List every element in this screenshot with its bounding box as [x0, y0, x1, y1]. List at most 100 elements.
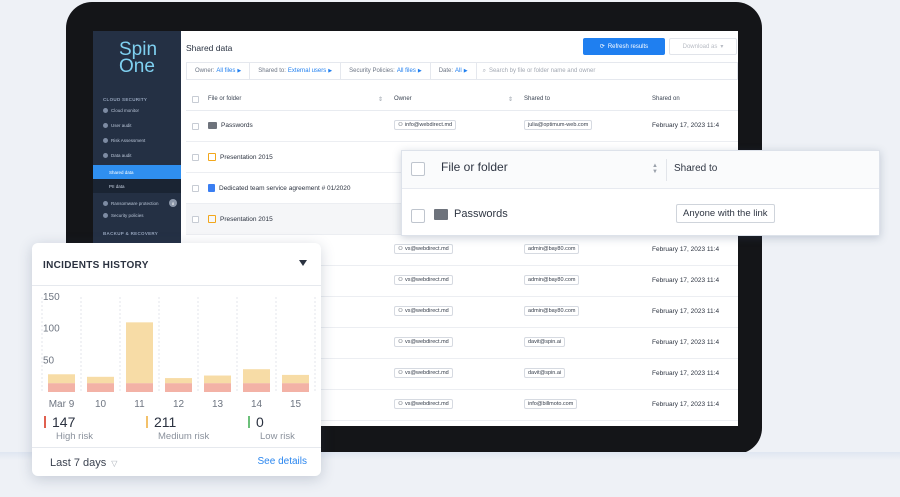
stat-low-risk: 0 Low risk — [248, 414, 295, 442]
sidebar-item-pii-data[interactable]: PII data — [93, 179, 181, 193]
file-cell[interactable]: Dedicated team service agreement # 01/20… — [208, 184, 351, 192]
filter-shared-to[interactable]: Shared to: External users ▶ — [250, 63, 342, 79]
row-checkbox[interactable] — [192, 154, 199, 161]
owner-email: vs@webdirect.md — [404, 339, 449, 345]
filter-date[interactable]: Date: All ▶ — [431, 63, 477, 79]
sidebar-item-label: PII data — [109, 183, 125, 189]
bar-high-risk[interactable] — [204, 383, 231, 392]
dropdown-caret-icon[interactable] — [299, 260, 307, 266]
bar-high-risk[interactable] — [87, 383, 114, 392]
column-header-shared-on[interactable]: Shared on — [652, 96, 680, 102]
owner-chip: ⚇ vs@webdirect.md — [394, 337, 453, 347]
sidebar-section-backup: BACKUP & RECOVERY — [103, 231, 159, 236]
search-input[interactable]: ⌕ Search by file or folder name and owner — [477, 68, 596, 75]
bar-high-risk[interactable] — [165, 383, 192, 392]
column-header-shared-to[interactable]: Shared to — [674, 163, 717, 174]
monitor-icon — [103, 108, 108, 113]
user-icon — [103, 123, 108, 128]
medium-risk-marker — [146, 416, 148, 428]
user-icon: ⚇ — [398, 308, 403, 314]
stat-label: Low risk — [260, 431, 295, 442]
bar-medium-risk[interactable] — [243, 369, 270, 384]
y-tick-label: 150 — [43, 292, 60, 303]
bar-high-risk[interactable] — [126, 383, 153, 392]
sidebar-item-risk-assessment[interactable]: Risk Assessment — [103, 138, 177, 143]
owner-email: vs@webdirect.md — [404, 401, 449, 407]
column-header-file[interactable]: File or folder — [208, 96, 241, 102]
filter-owner[interactable]: Owner: All files ▶ — [187, 63, 251, 79]
shared-to-chip: Anyone with the link — [676, 204, 775, 223]
y-tick-label: 100 — [43, 324, 60, 335]
file-cell[interactable]: Presentation 2015 — [208, 153, 273, 161]
y-tick-label: 50 — [43, 355, 55, 366]
policy-icon — [103, 213, 108, 218]
refresh-icon: ⟳ — [599, 44, 605, 50]
bar-medium-risk[interactable] — [204, 375, 231, 384]
bar-high-risk[interactable] — [48, 383, 75, 392]
card-title: INCIDENTS HISTORY — [43, 260, 149, 271]
filter-value: External users — [287, 68, 327, 74]
count-badge: 8 — [169, 199, 177, 207]
owner-chip: ⚇ vs@webdirect.md — [394, 306, 453, 316]
filter-label: Shared to: — [258, 68, 286, 74]
sort-icon[interactable]: ▲ ▼ — [652, 163, 658, 175]
filter-security-policies[interactable]: Security Policies: All files ▶ — [341, 63, 431, 79]
filter-value: All files — [396, 68, 416, 74]
row-checkbox[interactable] — [192, 185, 199, 192]
sidebar-item-label: Security policies — [111, 213, 144, 218]
row-checkbox[interactable] — [192, 216, 199, 223]
sidebar-item-security-policies[interactable]: Security policies — [103, 213, 177, 218]
stat-label: High risk — [56, 431, 93, 442]
bar-medium-risk[interactable] — [48, 374, 75, 384]
zoomed-table-callout: File or folder ▲ ▼ Shared to Passwords An… — [401, 150, 880, 236]
shared-on-date: February 17, 2023 11:4 — [652, 246, 720, 253]
sidebar-item-user-audit[interactable]: User audit — [103, 123, 177, 128]
bar-high-risk[interactable] — [243, 383, 270, 392]
owner-chip: ⚇ vs@webdirect.md — [394, 275, 453, 285]
filter-label: Owner: — [195, 68, 215, 74]
bar-medium-risk[interactable] — [165, 378, 192, 384]
callout-row-file[interactable]: Passwords — [434, 208, 508, 220]
bar-medium-risk[interactable] — [126, 322, 153, 384]
refresh-button[interactable]: ⟳ Refresh results — [583, 38, 665, 55]
user-icon: ⚇ — [398, 370, 403, 376]
logo-line-2: One — [119, 56, 155, 77]
file-cell[interactable]: Presentation 2015 — [208, 215, 273, 223]
bar-medium-risk[interactable] — [282, 374, 309, 384]
risk-icon — [103, 138, 108, 143]
see-details-link[interactable]: See details — [258, 456, 307, 467]
file-name: Presentation 2015 — [220, 215, 273, 223]
logo[interactable]: Spin One — [119, 40, 157, 77]
sort-icon[interactable]: ⇕ — [508, 96, 513, 103]
sort-icon[interactable]: ⇕ — [378, 96, 383, 103]
table-row[interactable]: Passwords ⚇ info@webdirect.md julia@optimum… — [186, 111, 738, 142]
select-all-checkbox[interactable] — [411, 162, 425, 176]
caret-right-icon: ▶ — [237, 68, 242, 74]
sidebar-item-ransomware[interactable]: Ransomware protection 8 — [103, 199, 177, 207]
download-button[interactable]: Download as ▾ — [669, 38, 737, 55]
owner-email: info@webdirect.md — [404, 122, 453, 128]
period-select[interactable]: Last 7 days ▽ — [50, 457, 117, 469]
chevron-down-icon: ▽ — [111, 458, 118, 468]
document-icon — [208, 184, 215, 192]
shared-on-date: February 17, 2023 11:4 — [652, 401, 720, 408]
shared-to-chip: julia@optimum-web.com — [524, 120, 593, 130]
row-checkbox[interactable] — [411, 209, 425, 223]
bar-high-risk[interactable] — [282, 383, 309, 392]
bar-medium-risk[interactable] — [87, 376, 114, 384]
sidebar-item-data-audit[interactable]: Data audit — [103, 153, 177, 158]
column-header-owner[interactable]: Owner — [394, 96, 412, 102]
file-name: Passwords — [221, 122, 253, 129]
column-header-shared-to[interactable]: Shared to — [524, 96, 550, 102]
owner-chip: ⚇ vs@webdirect.md — [394, 244, 453, 254]
file-name: Passwords — [454, 208, 508, 220]
user-icon: ⚇ — [398, 246, 403, 252]
sidebar-item-label: Risk Assessment — [111, 138, 146, 143]
sidebar-item-shared-data[interactable]: Shared data — [93, 165, 181, 179]
row-checkbox[interactable] — [192, 123, 199, 130]
sidebar-item-cloud-monitor[interactable]: Cloud monitor — [103, 108, 177, 113]
file-cell[interactable]: Passwords — [208, 122, 253, 129]
owner-email: vs@webdirect.md — [404, 246, 449, 252]
column-header-file[interactable]: File or folder — [441, 160, 508, 174]
select-all-checkbox[interactable] — [192, 96, 199, 103]
